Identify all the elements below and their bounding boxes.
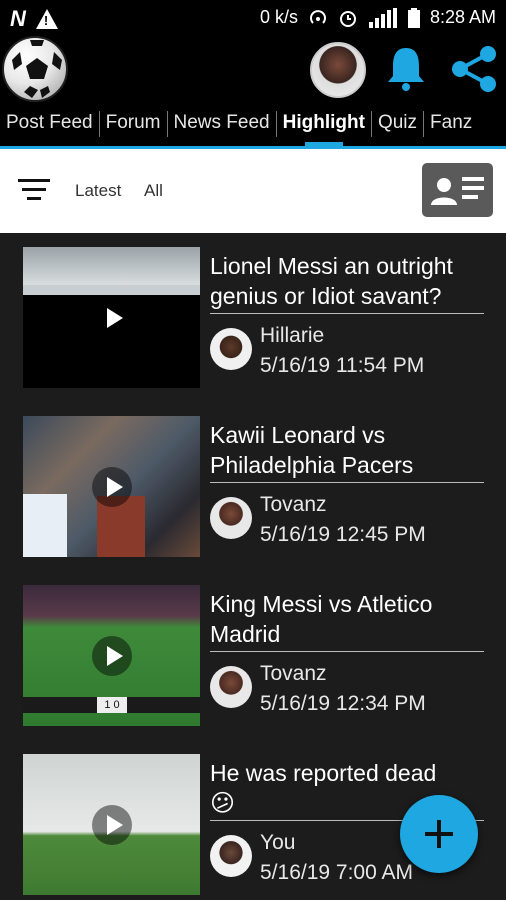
author-name: You — [260, 831, 296, 854]
divider — [210, 313, 484, 314]
alarm-icon — [339, 10, 356, 27]
warning-icon: ! — [35, 9, 58, 29]
tab-forum[interactable]: Forum — [100, 102, 167, 146]
bell-icon[interactable] — [386, 44, 426, 92]
post-date: 5/16/19 12:45 PM — [260, 523, 426, 546]
sort-latest[interactable]: Latest — [75, 181, 121, 201]
hotspot-icon — [310, 9, 326, 24]
tab-news-feed[interactable]: News Feed — [168, 102, 276, 146]
author-name: Tovanz — [260, 662, 327, 685]
post-title[interactable]: Kawii Leonard vs Philadelphia Pacers — [210, 420, 490, 480]
profile-avatar[interactable] — [310, 42, 366, 98]
network-speed: 0 k/s — [259, 7, 298, 27]
contact-card-button[interactable] — [422, 163, 493, 217]
signal-icon — [368, 7, 397, 28]
filter-icon[interactable] — [18, 179, 50, 203]
post-date: 5/16/19 11:54 PM — [260, 354, 425, 377]
video-thumbnail[interactable]: 1 0 — [23, 585, 200, 726]
status-bar: N ! 0 k/s 8:28 AM — [0, 0, 506, 36]
tab-bar: Post Feed Forum News Feed Highlight Quiz… — [0, 102, 506, 146]
divider — [210, 651, 484, 652]
sad-face-emoji: 😕 — [210, 790, 236, 817]
app-bar — [0, 36, 506, 102]
battery-icon — [407, 7, 420, 28]
avatar — [210, 497, 252, 539]
play-icon — [91, 635, 132, 676]
share-icon[interactable] — [448, 44, 500, 94]
add-post-button[interactable] — [400, 795, 478, 873]
divider — [210, 482, 484, 483]
soccer-ball-icon[interactable] — [2, 36, 68, 102]
play-icon — [91, 466, 132, 507]
avatar — [210, 666, 252, 708]
video-thumbnail[interactable] — [23, 416, 200, 557]
play-icon — [91, 297, 132, 338]
tab-quiz[interactable]: Quiz — [372, 102, 423, 146]
tab-fanz[interactable]: Fanz — [424, 102, 478, 146]
post-date: 5/16/19 7:00 AM — [260, 861, 413, 884]
list-item[interactable]: 1 0 King Messi vs Atletico Madrid Tovanz… — [0, 571, 506, 740]
post-title[interactable]: Lionel Messi an outright genius or Idiot… — [210, 251, 490, 311]
video-thumbnail[interactable] — [23, 754, 200, 895]
filter-bar: Latest All — [0, 149, 506, 233]
tab-post-feed[interactable]: Post Feed — [0, 102, 99, 146]
avatar — [210, 328, 252, 370]
avatar — [210, 835, 252, 877]
tab-highlight[interactable]: Highlight — [277, 102, 371, 146]
n-icon: N — [10, 6, 26, 31]
scoreboard: 1 0 — [97, 697, 127, 713]
play-icon — [91, 804, 132, 845]
contact-card-icon — [426, 167, 489, 213]
list-item[interactable]: Lionel Messi an outright genius or Idiot… — [0, 233, 506, 402]
list-item[interactable]: Kawii Leonard vs Philadelphia Pacers Tov… — [0, 402, 506, 571]
post-title[interactable]: King Messi vs Atletico Madrid — [210, 589, 490, 649]
clock: 8:28 AM — [429, 7, 496, 27]
post-date: 5/16/19 12:34 PM — [260, 692, 426, 715]
author-name: Tovanz — [260, 493, 327, 516]
video-thumbnail[interactable] — [23, 247, 200, 388]
scope-all[interactable]: All — [144, 181, 163, 201]
author-name: Hillarie — [260, 324, 325, 347]
